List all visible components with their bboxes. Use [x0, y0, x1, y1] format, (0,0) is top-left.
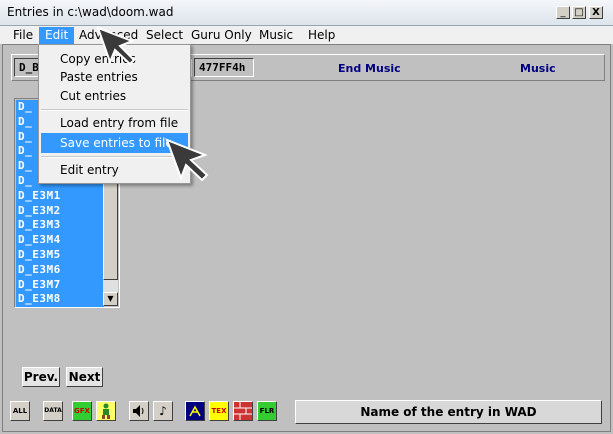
list-item[interactable]: D_E3M9	[16, 307, 104, 308]
prev-button[interactable]: Prev.	[22, 367, 60, 387]
list-item[interactable]: D_E3M5	[16, 247, 104, 263]
menu-bar: File Edit Advanced Select Guru Only Musi…	[0, 26, 613, 44]
menu-file[interactable]: File	[7, 27, 39, 44]
filter-wall-icon[interactable]	[233, 401, 253, 421]
cursor-arrow-icon	[165, 138, 209, 182]
filter-sprite-icon[interactable]	[96, 401, 116, 421]
window-title: Entries in c:\wad\doom.wad	[7, 5, 174, 19]
list-item[interactable]: D_E3M4	[16, 233, 104, 248]
cursor-arrow-icon	[96, 26, 136, 66]
filter-sound-icon[interactable]	[129, 401, 149, 421]
filter-level-icon[interactable]	[185, 401, 205, 421]
title-bar: Entries in c:\wad\doom.wad _ □ X	[0, 0, 613, 26]
list-item[interactable]: D_E3M2	[16, 203, 104, 219]
list-item[interactable]: D_E3M8	[16, 292, 104, 307]
menu-separator	[41, 109, 188, 111]
filter-data-icon[interactable]: DATA	[43, 401, 63, 421]
scroll-down-icon[interactable]: ▼	[103, 292, 118, 306]
menu-select[interactable]: Select	[140, 27, 189, 44]
list-item[interactable]: D_E3M1	[16, 188, 104, 204]
menu-paste-entries[interactable]: Paste entries	[41, 67, 188, 87]
next-button[interactable]: Next	[66, 367, 103, 387]
list-item[interactable]: D_E3M7	[16, 277, 104, 293]
close-button[interactable]: X	[589, 6, 603, 19]
list-item[interactable]: D_E3M3	[16, 218, 104, 234]
maximize-button[interactable]: □	[572, 6, 586, 19]
menu-cut-entries[interactable]: Cut entries	[41, 86, 188, 106]
music-label: Music	[520, 62, 556, 75]
menu-load-entry[interactable]: Load entry from file	[41, 113, 188, 133]
entry-offset-field: 477FF4h	[194, 58, 254, 77]
filter-tex-icon[interactable]: TEX	[209, 401, 229, 421]
menu-edit[interactable]: Edit	[39, 27, 75, 44]
filter-music-icon[interactable]: ♪	[153, 401, 173, 421]
menu-help[interactable]: Help	[302, 27, 341, 44]
status-panel: Name of the entry in WAD	[295, 400, 602, 424]
scroll-thumb[interactable]	[103, 170, 118, 280]
filter-gfx-icon[interactable]: GFX	[72, 401, 92, 421]
menu-guru-only[interactable]: Guru Only	[185, 27, 258, 44]
filter-all-icon[interactable]: ALL	[10, 401, 30, 421]
minimize-button[interactable]: _	[556, 6, 570, 19]
list-item[interactable]: D_E3M6	[16, 262, 104, 278]
end-music-label: End Music	[338, 62, 401, 75]
menu-music[interactable]: Music	[253, 27, 299, 44]
filter-flr-icon[interactable]: FLR	[257, 401, 277, 421]
